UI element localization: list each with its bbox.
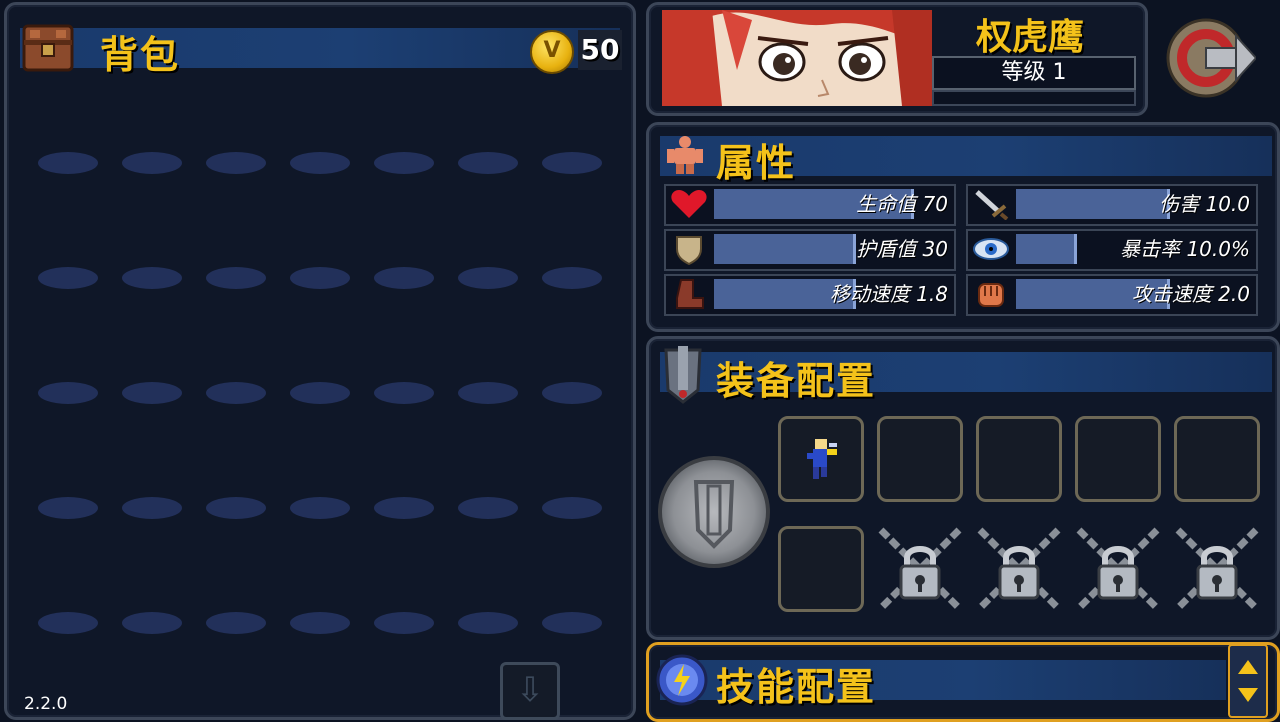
skills-title: 技能配置 [716, 665, 877, 709]
backpack-slot[interactable] [458, 267, 518, 289]
hero-sprite-icon [781, 419, 861, 503]
stat-label: 伤害 10.0 [1159, 192, 1250, 216]
locked-slot-lock-icon [1073, 524, 1163, 614]
backpack-slot[interactable] [542, 152, 602, 174]
backpack-slot[interactable] [374, 152, 434, 174]
stat-row: 伤害 10.0 [966, 184, 1258, 226]
backpack-slot[interactable] [122, 152, 182, 174]
stat-bar [1016, 189, 1170, 219]
character-name: 权虎鹰 [975, 17, 1084, 58]
stat-row: 暴击率 10.0% [966, 229, 1258, 271]
backpack-slot[interactable] [290, 612, 350, 634]
backpack-slot[interactable] [122, 267, 182, 289]
backpack-slot[interactable] [374, 382, 434, 404]
stat-label: 护盾值 30 [856, 237, 948, 261]
exit-arrow-icon [1166, 18, 1258, 98]
equipment-slot-empty[interactable] [1174, 416, 1260, 502]
backpack-slot[interactable] [542, 612, 602, 634]
gold-count: 50 [578, 30, 622, 70]
backpack-slot[interactable] [122, 382, 182, 404]
eye-icon [971, 233, 1011, 265]
backpack-slot[interactable] [206, 152, 266, 174]
backpack-slot[interactable] [290, 267, 350, 289]
stat-label: 生命值 70 [856, 192, 948, 216]
locked-slot-lock-icon [1172, 524, 1262, 614]
backpack-title: 背包 [100, 33, 181, 77]
exit-button[interactable] [1166, 14, 1258, 102]
backpack-slot[interactable] [206, 497, 266, 519]
skill-scroll-toggle[interactable] [1228, 644, 1268, 718]
backpack-slot[interactable] [458, 152, 518, 174]
backpack-slot[interactable] [206, 267, 266, 289]
backpack-slot[interactable] [122, 497, 182, 519]
heart-icon [669, 188, 709, 220]
character-level: 等级 1 [932, 56, 1136, 90]
equipment-slot-empty[interactable] [778, 526, 864, 612]
backpack-slot[interactable] [38, 267, 98, 289]
backpack-slot[interactable] [38, 152, 98, 174]
stat-bar [1016, 234, 1077, 264]
armor-icon [658, 342, 708, 408]
stat-row: 攻击速度 2.0 [966, 274, 1258, 316]
character-gear-emblem[interactable] [658, 456, 770, 568]
backpack-slot[interactable] [374, 267, 434, 289]
backpack-slot[interactable] [290, 497, 350, 519]
backpack-slot[interactable] [38, 382, 98, 404]
attributes-title: 属性 [716, 141, 797, 185]
experience-bar [932, 90, 1136, 106]
boot-icon [669, 278, 709, 310]
arrow-down-icon: ⇩ [515, 670, 545, 710]
equipment-slot-empty[interactable] [877, 416, 963, 502]
backpack-slot[interactable] [290, 382, 350, 404]
backpack-slot[interactable] [542, 382, 602, 404]
armor-emblem-icon [693, 480, 735, 549]
backpack-slot[interactable] [458, 382, 518, 404]
locked-slot-lock-icon [974, 524, 1064, 614]
locked-slot-lock-icon [875, 524, 965, 614]
backpack-slot[interactable] [458, 497, 518, 519]
backpack-slot[interactable] [542, 267, 602, 289]
stat-label: 暴击率 10.0% [1120, 237, 1250, 261]
sword-icon [971, 188, 1011, 221]
backpack-slot[interactable] [122, 612, 182, 634]
stat-row: 生命值 70 [664, 184, 956, 226]
shield-icon [669, 233, 709, 266]
character-portrait [662, 10, 932, 106]
version-label: 2.2.0 [24, 694, 68, 714]
stat-row: 护盾值 30 [664, 229, 956, 271]
stat-row: 移动速度 1.8 [664, 274, 956, 316]
up-down-arrows-icon [1238, 660, 1258, 702]
backpack-slot[interactable] [542, 497, 602, 519]
fist-icon [971, 278, 1011, 310]
backpack-slot[interactable] [374, 497, 434, 519]
backpack-slot[interactable] [206, 382, 266, 404]
backpack-slot[interactable] [38, 612, 98, 634]
coin-icon: V [530, 30, 574, 74]
lightning-orb-icon [656, 654, 708, 706]
stat-bar [714, 234, 856, 264]
backpack-slot[interactable] [374, 612, 434, 634]
equipment-slot-empty[interactable] [976, 416, 1062, 502]
stat-label: 攻击速度 2.0 [1131, 282, 1250, 306]
backpack-slot[interactable] [290, 152, 350, 174]
stat-label: 移动速度 1.8 [829, 282, 948, 306]
chest-icon [20, 22, 76, 74]
body-icon [664, 134, 706, 176]
backpack-slot[interactable] [206, 612, 266, 634]
backpack-slot[interactable] [38, 497, 98, 519]
scroll-down-button[interactable]: ⇩ [500, 662, 560, 720]
equipment-title: 装备配置 [716, 359, 877, 403]
equipment-slot-filled[interactable] [778, 416, 864, 502]
backpack-slot[interactable] [458, 612, 518, 634]
equipment-slot-empty[interactable] [1075, 416, 1161, 502]
